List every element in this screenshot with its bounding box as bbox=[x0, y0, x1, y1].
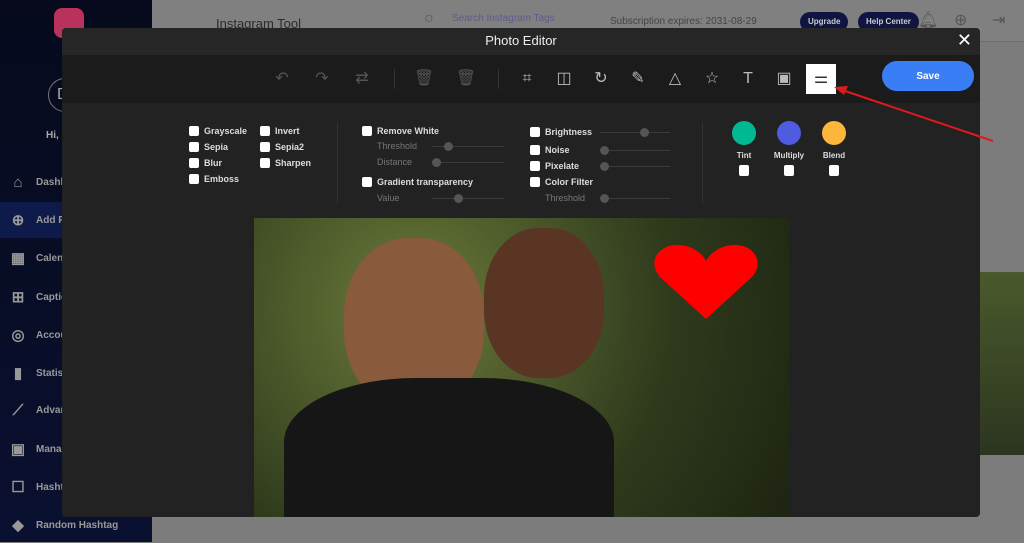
home-icon: ⌂ bbox=[13, 173, 23, 191]
subscription-status: Subscription expires: 2031-08-29 bbox=[610, 16, 757, 27]
distance-slider[interactable] bbox=[432, 158, 504, 167]
blend-checkbox[interactable] bbox=[829, 165, 839, 176]
logout-icon[interactable]: ⇥ bbox=[992, 10, 1005, 30]
tint-label: Tint bbox=[736, 151, 752, 160]
tint-checkbox[interactable] bbox=[739, 165, 749, 176]
blend-label: Blend bbox=[822, 151, 846, 160]
modal-header: Photo Editor ✕ bbox=[62, 28, 980, 55]
heart-sticker[interactable] bbox=[654, 243, 758, 319]
flip-icon[interactable]: ◫ bbox=[552, 67, 576, 91]
tint-color-swatch[interactable] bbox=[732, 121, 756, 145]
sharpen-checkbox[interactable]: Sharpen bbox=[260, 158, 311, 168]
invert-checkbox[interactable]: Invert bbox=[260, 126, 300, 136]
rotate-icon[interactable]: ↻ bbox=[589, 67, 613, 91]
mask-icon[interactable]: ▣ bbox=[772, 67, 796, 91]
shape-icon[interactable]: △ bbox=[663, 67, 687, 91]
delete-all-icon[interactable]: 🗑︎ bbox=[454, 67, 478, 91]
hashtag-list-icon: ☐ bbox=[11, 479, 25, 496]
sidebar-item-label: Mana bbox=[36, 443, 62, 455]
brightness-slider[interactable] bbox=[600, 128, 670, 137]
sidebar-item-label: Statis bbox=[36, 367, 64, 379]
search-input[interactable]: Search Instagram Tags bbox=[452, 13, 555, 24]
filters-icon[interactable]: ⚌ bbox=[806, 64, 836, 94]
photo-shirt bbox=[284, 378, 614, 517]
modal-title: Photo Editor bbox=[485, 33, 557, 48]
sidebar-item-label: Random Hashtag bbox=[36, 519, 119, 531]
photo-person bbox=[484, 228, 604, 378]
star-icon[interactable]: ☆ bbox=[700, 67, 724, 91]
remove-white-checkbox[interactable]: Remove White bbox=[362, 126, 439, 136]
noise-slider[interactable] bbox=[600, 146, 670, 155]
delete-icon[interactable]: 🗑︎ bbox=[412, 67, 436, 91]
blend-color-swatch[interactable] bbox=[822, 121, 846, 145]
calendar-icon: ▦ bbox=[10, 250, 26, 267]
value-slider[interactable] bbox=[432, 194, 504, 203]
sidebar-item-label: Hasht bbox=[36, 481, 64, 493]
draw-icon[interactable]: ✎ bbox=[626, 67, 650, 91]
color-filter-threshold-label: Threshold bbox=[545, 193, 586, 203]
reset-icon[interactable]: ⇄ bbox=[350, 67, 374, 91]
background-image-preview bbox=[980, 272, 1024, 455]
sidebar-item-label: Add F bbox=[36, 214, 65, 226]
gradient-transparency-checkbox[interactable]: Gradient transparency bbox=[362, 177, 473, 187]
plus-circle-icon: ⊕ bbox=[11, 212, 25, 229]
pixelate-checkbox[interactable]: Pixelate bbox=[530, 161, 579, 171]
sepia2-checkbox[interactable]: Sepia2 bbox=[260, 142, 304, 152]
noise-checkbox[interactable]: Noise bbox=[530, 145, 570, 155]
editor-toolbar: ↶ ↷ ⇄ 🗑︎ 🗑︎ ⌗ ◫ ↻ ✎ △ ☆ T ▣ ⚌ Save bbox=[62, 55, 980, 103]
color-filter-checkbox[interactable]: Color Filter bbox=[530, 177, 593, 187]
pixelate-slider[interactable] bbox=[600, 162, 670, 171]
photo-canvas[interactable] bbox=[254, 218, 789, 517]
threshold-label: Threshold bbox=[377, 141, 418, 151]
multiply-label: Multiply bbox=[773, 151, 805, 160]
multiply-checkbox[interactable] bbox=[784, 165, 794, 176]
grid-icon: ⊞ bbox=[11, 289, 25, 306]
text-icon[interactable]: T bbox=[736, 67, 760, 91]
filter-panel: Grayscale Sepia Blur Emboss Invert Sepia… bbox=[62, 103, 980, 517]
photo-editor-modal: Photo Editor ✕ ↶ ↷ ⇄ 🗑︎ 🗑︎ ⌗ ◫ ↻ ✎ △ ☆ T… bbox=[62, 28, 980, 517]
instagram-icon: ◎ bbox=[11, 327, 25, 344]
grayscale-checkbox[interactable]: Grayscale bbox=[189, 126, 247, 136]
redo-icon[interactable]: ↷ bbox=[310, 67, 334, 91]
bell-icon[interactable]: 🔔︎ bbox=[918, 10, 938, 30]
badge-icon: ▣ bbox=[10, 441, 26, 458]
value-label: Value bbox=[377, 193, 400, 203]
emboss-checkbox[interactable]: Emboss bbox=[189, 174, 239, 184]
distance-label: Distance bbox=[377, 157, 413, 167]
line-chart-icon: ⟋ bbox=[12, 401, 24, 419]
brightness-checkbox[interactable]: Brightness bbox=[530, 127, 592, 137]
sepia-checkbox[interactable]: Sepia bbox=[189, 142, 228, 152]
add-icon[interactable]: ⊕ bbox=[954, 10, 967, 30]
multiply-color-swatch[interactable] bbox=[777, 121, 801, 145]
search-icon: ○ bbox=[424, 10, 434, 27]
close-icon[interactable]: ✕ bbox=[957, 28, 972, 53]
color-filter-threshold-slider[interactable] bbox=[600, 194, 670, 203]
crop-icon[interactable]: ⌗ bbox=[515, 67, 539, 91]
save-button[interactable]: Save bbox=[882, 61, 974, 91]
tag-icon: ◆ bbox=[12, 517, 24, 534]
sidebar-item-label: Calen bbox=[36, 252, 64, 264]
blur-checkbox[interactable]: Blur bbox=[189, 158, 222, 168]
undo-icon[interactable]: ↶ bbox=[270, 67, 294, 91]
bar-chart-icon: ▮ bbox=[13, 365, 23, 382]
threshold-slider[interactable] bbox=[432, 142, 504, 151]
